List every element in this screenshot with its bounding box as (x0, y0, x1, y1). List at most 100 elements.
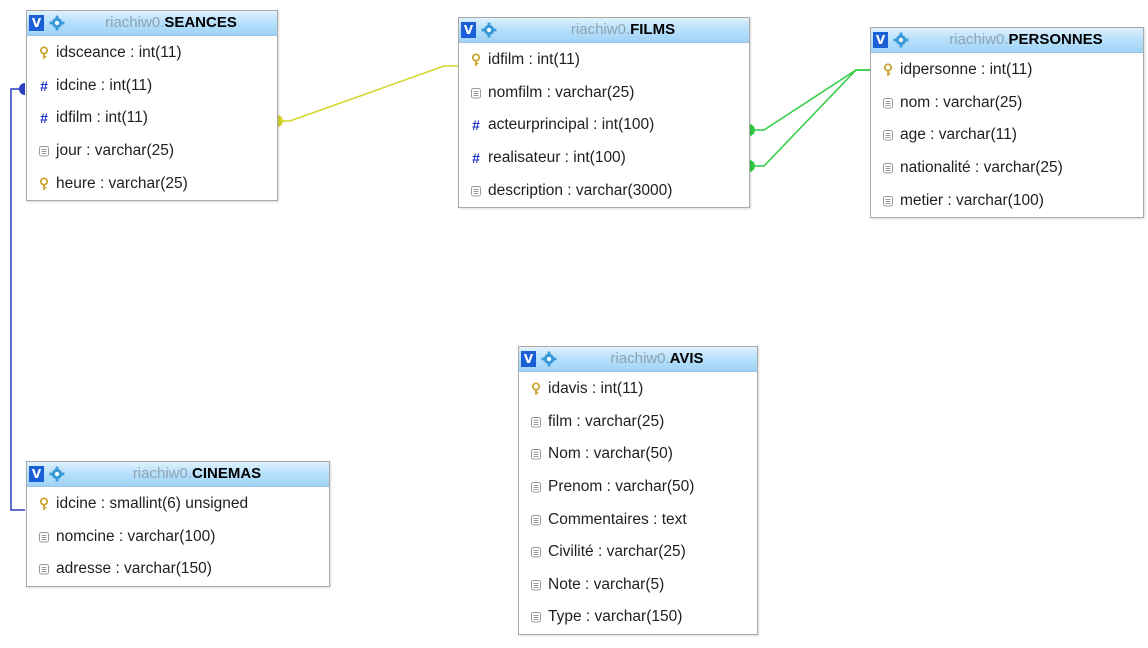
column-label: idavis : int(11) (548, 380, 644, 398)
column-row[interactable]: jour : varchar(25) (27, 135, 277, 168)
column-label: idcine : int(11) (56, 76, 153, 94)
relation-films-seances (277, 65, 458, 122)
gear-icon[interactable] (541, 351, 557, 367)
table-films[interactable]: V riachiw0.FILMS idfilm : int(11) nomfil… (458, 17, 750, 208)
index-hash-icon: # (40, 77, 48, 94)
key-icon (531, 382, 541, 396)
column-icon (39, 146, 49, 157)
column-label: Commentaires : text (548, 510, 687, 528)
column-label: acteurprincipal : int(100) (488, 116, 655, 134)
relation-personnes-films-acteur (749, 69, 870, 131)
column-label: metier : varchar(100) (900, 191, 1044, 209)
table-avis[interactable]: V riachiw0.AVIS idavis : int(11) film : … (518, 346, 758, 635)
column-icon (39, 564, 49, 575)
column-label: idfilm : int(11) (56, 109, 148, 127)
column-label: Type : varchar(150) (548, 608, 683, 626)
column-label: jour : varchar(25) (56, 142, 175, 160)
collapse-toggle-button[interactable]: V (29, 15, 44, 31)
table-title: riachiw0.FILMS (570, 21, 676, 38)
column-icon (531, 579, 541, 591)
column-label: idpersonne : int(11) (900, 61, 1033, 79)
table-header[interactable]: V riachiw0.FILMS (459, 18, 749, 43)
column-row[interactable]: idfilm : int(11) (459, 44, 749, 77)
key-icon (39, 177, 49, 190)
column-row[interactable]: Civilité : varchar(25) (519, 536, 757, 569)
column-list: idpersonne : int(11) nom : varchar(25) a… (871, 53, 1143, 217)
column-row[interactable]: Note : varchar(5) (519, 569, 757, 602)
index-hash-icon: # (40, 110, 48, 127)
collapse-toggle-button[interactable]: V (461, 22, 476, 38)
column-icon (531, 416, 541, 428)
table-header[interactable]: V riachiw0.SEANCES (27, 11, 277, 36)
column-row[interactable]: Nom : varchar(50) (519, 438, 757, 471)
column-icon (39, 531, 49, 543)
column-row[interactable]: # realisateur : int(100) (459, 142, 749, 175)
column-icon (883, 195, 893, 207)
table-title: riachiw0.SEANCES (105, 14, 237, 31)
table-title: riachiw0.AVIS (610, 350, 704, 367)
table-header[interactable]: V riachiw0.PERSONNES (871, 28, 1143, 53)
column-row[interactable]: description : varchar(3000) (459, 174, 749, 207)
table-seances[interactable]: V riachiw0.SEANCES idsceance : int(11) #… (26, 10, 278, 201)
column-label: idfilm : int(11) (488, 51, 580, 69)
table-personnes[interactable]: V riachiw0.PERSONNES idpersonne : int(11… (870, 27, 1144, 218)
column-row[interactable]: nomcine : varchar(100) (27, 521, 329, 554)
column-label: Prenom : varchar(50) (548, 478, 695, 496)
key-icon (471, 53, 481, 67)
column-row[interactable]: Prenom : varchar(50) (519, 471, 757, 504)
collapse-toggle-button[interactable]: V (521, 351, 536, 367)
column-row[interactable]: idavis : int(11) (519, 373, 757, 406)
column-row[interactable]: age : varchar(11) (871, 119, 1143, 152)
key-icon (39, 46, 49, 60)
key-icon (39, 497, 49, 511)
column-list: idsceance : int(11) # idcine : int(11) #… (27, 36, 277, 200)
column-row[interactable]: metier : varchar(100) (871, 184, 1143, 217)
column-icon (883, 163, 893, 174)
index-hash-icon: # (472, 150, 480, 167)
gear-icon[interactable] (893, 32, 909, 48)
column-row[interactable]: # idcine : int(11) (27, 70, 277, 103)
collapse-toggle-button[interactable]: V (873, 32, 888, 48)
column-row[interactable]: nationalité : varchar(25) (871, 152, 1143, 185)
relation-cinemas-seances (10, 88, 25, 511)
relation-personnes-films-realisateur (749, 69, 870, 167)
column-row[interactable]: adresse : varchar(150) (27, 553, 329, 586)
table-header[interactable]: V riachiw0.AVIS (519, 347, 757, 372)
column-label: Nom : varchar(50) (548, 445, 673, 463)
column-label: film : varchar(25) (548, 412, 665, 430)
column-icon (471, 185, 481, 197)
column-list: idcine : smallint(6) unsigned nomcine : … (27, 487, 329, 586)
table-cinemas[interactable]: V riachiw0.CINEMAS idcine : smallint(6) … (26, 461, 330, 587)
column-row[interactable]: # acteurprincipal : int(100) (459, 109, 749, 142)
column-label: idsceance : int(11) (56, 44, 182, 62)
column-row[interactable]: Type : varchar(150) (519, 601, 757, 634)
gear-icon[interactable] (49, 15, 65, 31)
column-list: idavis : int(11) film : varchar(25) Nom … (519, 372, 757, 634)
column-row[interactable]: idpersonne : int(11) (871, 54, 1143, 87)
column-row[interactable]: heure : varchar(25) (27, 167, 277, 200)
column-list: idfilm : int(11) nomfilm : varchar(25) #… (459, 43, 749, 207)
column-row[interactable]: idsceance : int(11) (27, 37, 277, 70)
column-row[interactable]: nom : varchar(25) (871, 87, 1143, 120)
column-icon (883, 97, 893, 109)
gear-icon[interactable] (49, 466, 65, 482)
column-row[interactable]: Commentaires : text (519, 503, 757, 536)
column-icon (531, 449, 541, 460)
column-label: description : varchar(3000) (488, 181, 673, 199)
column-label: adresse : varchar(150) (56, 560, 212, 578)
gear-icon[interactable] (481, 22, 497, 38)
column-label: nom : varchar(25) (900, 93, 1023, 111)
table-header[interactable]: V riachiw0.CINEMAS (27, 462, 329, 487)
column-label: idcine : smallint(6) unsigned (56, 495, 249, 513)
column-row[interactable]: idcine : smallint(6) unsigned (27, 488, 329, 521)
column-row[interactable]: film : varchar(25) (519, 406, 757, 439)
index-hash-icon: # (472, 117, 480, 134)
column-row[interactable]: # idfilm : int(11) (27, 102, 277, 135)
column-icon (531, 612, 541, 623)
collapse-toggle-button[interactable]: V (29, 466, 44, 482)
column-label: nomfilm : varchar(25) (488, 83, 635, 101)
table-title: riachiw0.CINEMAS (132, 465, 262, 482)
column-row[interactable]: nomfilm : varchar(25) (459, 77, 749, 110)
column-icon (883, 130, 893, 141)
column-icon (471, 87, 481, 99)
